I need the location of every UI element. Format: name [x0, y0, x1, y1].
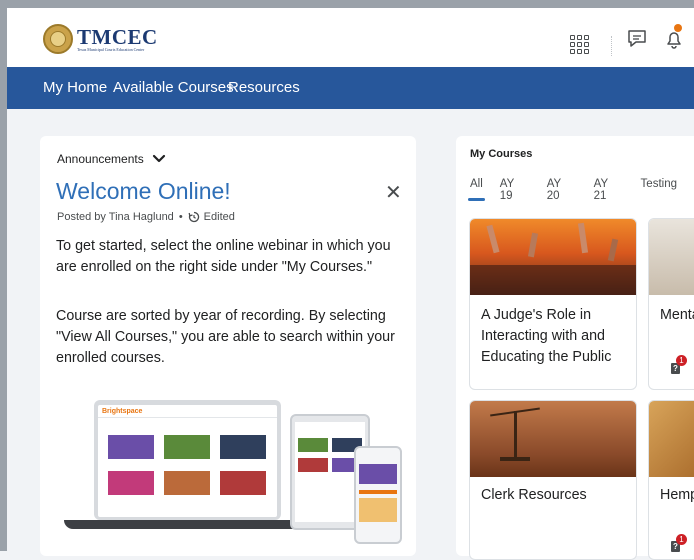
course-tile[interactable]: Hemp ? 1	[648, 400, 694, 560]
history-icon	[188, 211, 199, 223]
notification-badge: 1	[676, 355, 687, 366]
announcement-meta: Posted by Tina Haglund • Edited	[57, 211, 235, 223]
phone-image	[354, 446, 402, 544]
chevron-down-icon	[152, 154, 165, 163]
nav-item-available-courses[interactable]: Available Courses	[113, 79, 234, 96]
announcement-paragraph-2: Course are sorted by year of recording. …	[56, 308, 395, 366]
course-tile[interactable]: Menta ? 1	[648, 218, 694, 390]
site-header: TMCEC Texas Municipal Courts Education C…	[7, 8, 694, 67]
tab-ay-21[interactable]: AY 21	[594, 178, 624, 202]
notification-badge: 1	[676, 534, 687, 545]
logo-text: TMCEC	[77, 24, 158, 49]
course-image	[470, 219, 636, 295]
header-divider	[611, 36, 613, 56]
announcement-paragraph-1: To get started, select the online webina…	[56, 238, 391, 275]
course-title: Hemp	[660, 487, 694, 503]
laptop-brand: Brightspace	[102, 408, 143, 415]
course-image	[649, 401, 694, 477]
active-tab-indicator	[468, 198, 485, 201]
course-tabs: All AY 19 AY 20 AY 21 Testing	[470, 178, 694, 202]
announcement-title[interactable]: Welcome Online!	[56, 178, 231, 205]
my-courses-widget: My Courses All AY 19 AY 20 AY 21 Testing…	[456, 136, 694, 560]
tab-ay-19[interactable]: AY 19	[500, 178, 530, 202]
nav-item-my-home[interactable]: My Home	[43, 79, 107, 96]
announcements-widget: Announcements Welcome Online! ✕ Posted b…	[40, 136, 416, 556]
announcements-label: Announcements	[57, 152, 144, 166]
course-title: Menta	[660, 307, 694, 323]
chat-icon[interactable]	[625, 27, 649, 51]
course-title: A Judge's Role in Interacting with and E…	[481, 307, 612, 365]
tab-ay-20[interactable]: AY 20	[547, 178, 577, 202]
course-image	[649, 219, 694, 295]
grid-icon[interactable]	[570, 35, 589, 54]
course-image	[470, 401, 636, 477]
main-navbar: My Home Available Courses Resources	[7, 67, 694, 109]
posted-by: Posted by Tina Haglund	[57, 211, 174, 223]
course-tile[interactable]: A Judge's Role in Interacting with and E…	[469, 218, 637, 390]
course-title: Clerk Resources	[481, 487, 587, 503]
meta-separator: •	[178, 211, 183, 223]
devices-illustration: Brightspace	[62, 394, 402, 544]
window-frame-top	[0, 0, 694, 8]
window-frame-left	[0, 0, 7, 551]
announcements-header[interactable]: Announcements	[57, 152, 166, 166]
notification-dot	[674, 24, 682, 32]
edited-label: Edited	[203, 211, 235, 223]
tab-testing[interactable]: Testing	[641, 178, 677, 202]
seal-icon	[43, 24, 73, 54]
my-courses-label: My Courses	[470, 148, 533, 160]
laptop-image: Brightspace	[94, 400, 281, 520]
nav-item-resources[interactable]: Resources	[228, 79, 300, 96]
tmcec-logo[interactable]: TMCEC Texas Municipal Courts Education C…	[43, 24, 158, 54]
course-tile[interactable]: Clerk Resources	[469, 400, 637, 560]
close-icon[interactable]: ✕	[385, 180, 402, 205]
